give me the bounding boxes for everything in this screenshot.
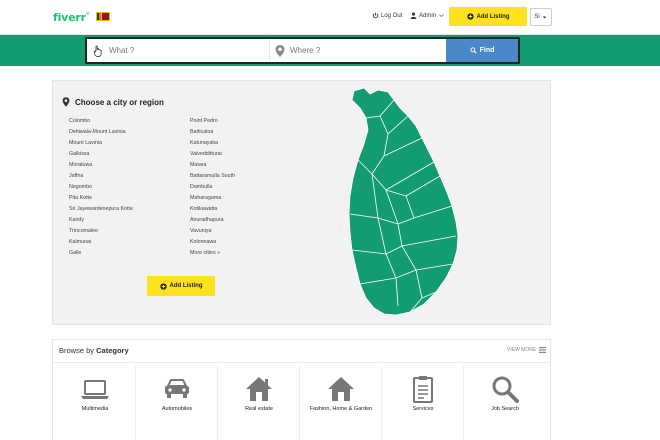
city-link[interactable]: Pita Kotte bbox=[69, 193, 133, 204]
plus-circle-icon bbox=[466, 13, 474, 20]
add-listing-panel-button[interactable]: Add Listing bbox=[147, 276, 215, 296]
city-link[interactable]: Katunayaka bbox=[190, 138, 235, 149]
city-link[interactable]: Batticaloa bbox=[190, 127, 235, 138]
where-field[interactable] bbox=[269, 39, 446, 62]
city-link[interactable]: Trincomalee bbox=[69, 226, 133, 237]
where-input[interactable] bbox=[290, 46, 430, 55]
top-header: fiverr® Log Out Admin Add Listing Si bbox=[0, 0, 660, 35]
category-services[interactable]: Services bbox=[382, 366, 464, 440]
city-link[interactable]: Kalmunai bbox=[69, 237, 133, 248]
user-icon bbox=[410, 12, 417, 19]
what-field[interactable] bbox=[87, 39, 269, 62]
city-link[interactable]: Galkissa bbox=[69, 149, 133, 160]
city-link[interactable]: Maharagama bbox=[190, 193, 235, 204]
add-listing-button[interactable]: Add Listing bbox=[449, 7, 527, 26]
browse-by-category-heading: Browse by Category bbox=[59, 346, 129, 355]
city-link[interactable]: Anuradhapura bbox=[190, 215, 235, 226]
sri-lanka-flag-icon[interactable] bbox=[96, 12, 110, 21]
logout-link[interactable]: Log Out bbox=[372, 12, 402, 19]
find-button[interactable]: Find bbox=[446, 39, 518, 62]
city-link[interactable]: Moratuwa bbox=[69, 160, 133, 171]
list-icon bbox=[539, 347, 547, 353]
plus-circle-icon bbox=[159, 282, 167, 290]
chevron-down-icon bbox=[439, 14, 444, 18]
choose-city-heading: Choose a city or region bbox=[62, 97, 164, 107]
city-link[interactable]: Kolonnawa bbox=[190, 237, 235, 248]
city-column-b: Point Pedro Batticaloa Katunayaka Valved… bbox=[190, 116, 235, 259]
category-real-estate[interactable]: Real estate bbox=[218, 366, 300, 440]
map-regions[interactable] bbox=[348, 87, 459, 316]
home-icon bbox=[328, 377, 354, 401]
map-island-outline[interactable] bbox=[348, 87, 459, 316]
city-column-a: Colombo Dehiwala-Mount Lavinia Mount Lav… bbox=[69, 116, 133, 259]
sri-lanka-region-map[interactable] bbox=[336, 86, 476, 318]
what-input[interactable] bbox=[109, 46, 249, 55]
site-logo[interactable]: fiverr® bbox=[53, 11, 90, 24]
map-pin-icon bbox=[275, 44, 285, 57]
city-link[interactable]: Matara bbox=[190, 160, 235, 171]
caret-down-icon bbox=[542, 15, 546, 19]
city-link[interactable]: Kandy bbox=[69, 215, 133, 226]
city-link[interactable]: Sri Jayewardenepura Kotte bbox=[69, 204, 133, 215]
more-cities-link[interactable]: More cities » bbox=[190, 248, 235, 259]
admin-menu[interactable]: Admin bbox=[410, 12, 445, 19]
search-bar: Find bbox=[85, 37, 520, 64]
hand-pointer-icon bbox=[93, 45, 102, 57]
city-link[interactable]: Colombo bbox=[69, 116, 133, 127]
category-automobiles[interactable]: Automobiles bbox=[136, 366, 218, 440]
city-link[interactable]: Mount Lavinia bbox=[69, 138, 133, 149]
category-job-search[interactable]: Job Search bbox=[464, 366, 546, 440]
language-dropdown[interactable]: Si bbox=[530, 8, 552, 26]
city-link[interactable]: Battaramulla South bbox=[190, 171, 235, 182]
city-link[interactable]: Jaffna bbox=[69, 171, 133, 182]
category-multimedia[interactable]: Multimedia bbox=[54, 366, 136, 440]
category-divider bbox=[52, 362, 551, 363]
view-more-link[interactable]: VIEW MORE bbox=[507, 347, 547, 353]
city-link[interactable]: Vavuniya bbox=[190, 226, 235, 237]
clipboard-icon bbox=[413, 376, 433, 403]
power-icon bbox=[372, 12, 379, 19]
magnifier-icon bbox=[492, 376, 519, 403]
city-link[interactable]: Galle bbox=[69, 248, 133, 259]
house-icon bbox=[246, 377, 272, 401]
city-link[interactable]: Kotikawatta bbox=[190, 204, 235, 215]
laptop-icon bbox=[81, 380, 109, 399]
search-icon bbox=[469, 47, 477, 54]
city-link[interactable]: Point Pedro bbox=[190, 116, 235, 127]
city-link[interactable]: Valvedditturai bbox=[190, 149, 235, 160]
category-fashion-home-garden[interactable]: Fashion, Home & Garden bbox=[300, 366, 382, 440]
car-icon bbox=[165, 379, 189, 398]
city-link[interactable]: Negombo bbox=[69, 182, 133, 193]
map-marker-icon bbox=[62, 97, 70, 107]
city-link[interactable]: Dambulla bbox=[190, 182, 235, 193]
city-link[interactable]: Dehiwala-Mount Lavinia bbox=[69, 127, 133, 138]
